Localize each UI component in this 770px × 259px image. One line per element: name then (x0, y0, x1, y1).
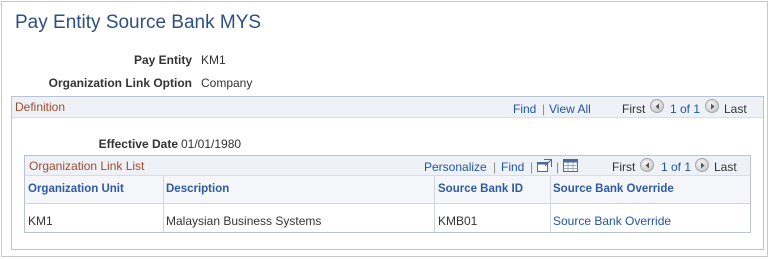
page-container: Pay Entity Source Bank MYS Pay Entity KM… (1, 1, 768, 257)
definition-separator: | (542, 102, 546, 116)
column-header-source-bank-id[interactable]: Source Bank ID (438, 183, 523, 195)
grid-title: Organization Link List (29, 159, 145, 173)
grid-last-label: Last (714, 160, 737, 174)
org-link-grid: Organization Link List Personalize | Fin… (24, 155, 751, 233)
pay-entity-value: KM1 (201, 53, 226, 67)
column-divider (163, 176, 164, 232)
grid-header: Organization Link List Personalize | Fin… (25, 156, 750, 176)
column-header-org-unit[interactable]: Organization Unit (28, 183, 124, 195)
grid-separator: | (493, 160, 497, 174)
definition-title: Definition (15, 100, 66, 114)
chevron-right-icon[interactable] (695, 158, 709, 172)
org-link-option-value: Company (201, 76, 253, 90)
page-title: Pay Entity Source Bank MYS (15, 12, 262, 33)
grid-range: 1 of 1 (661, 160, 692, 174)
definition-first-label: First (622, 102, 646, 116)
spreadsheet-icon[interactable] (563, 159, 578, 172)
definition-view-all-link[interactable]: View All (549, 102, 591, 116)
definition-section: Definition Find | View All First 1 of 1 … (11, 96, 764, 250)
grid-separator-3: | (556, 160, 560, 174)
cell-org-unit: KM1 (28, 214, 53, 228)
definition-header: Definition Find | View All First 1 of 1 … (12, 97, 763, 118)
grid-column-headers: Organization Unit Description Source Ban… (25, 176, 750, 204)
grid-personalize-link[interactable]: Personalize (424, 160, 487, 174)
grid-separator-2: | (530, 160, 534, 174)
chevron-left-icon[interactable] (650, 99, 664, 113)
definition-range: 1 of 1 (670, 102, 701, 116)
new-window-icon[interactable] (537, 159, 552, 172)
chevron-left-icon[interactable] (640, 158, 654, 172)
cell-source-bank-id: KMB01 (438, 214, 478, 228)
chevron-right-icon[interactable] (705, 99, 719, 113)
column-divider (434, 176, 435, 232)
column-header-description[interactable]: Description (166, 183, 229, 195)
source-bank-override-link[interactable]: Source Bank Override (553, 214, 671, 228)
cell-description: Malaysian Business Systems (166, 214, 322, 228)
column-divider (550, 176, 551, 232)
effective-date-label: Effective Date (98, 137, 178, 151)
org-link-option-label: Organization Link Option (48, 76, 192, 90)
definition-find-link[interactable]: Find (513, 102, 536, 116)
grid-find-link[interactable]: Find (501, 160, 524, 174)
grid-first-label: First (612, 160, 636, 174)
definition-last-label: Last (724, 102, 747, 116)
pay-entity-label: Pay Entity (133, 53, 192, 67)
column-header-source-bank-override[interactable]: Source Bank Override (553, 183, 674, 195)
effective-date-value: 01/01/1980 (181, 137, 242, 151)
